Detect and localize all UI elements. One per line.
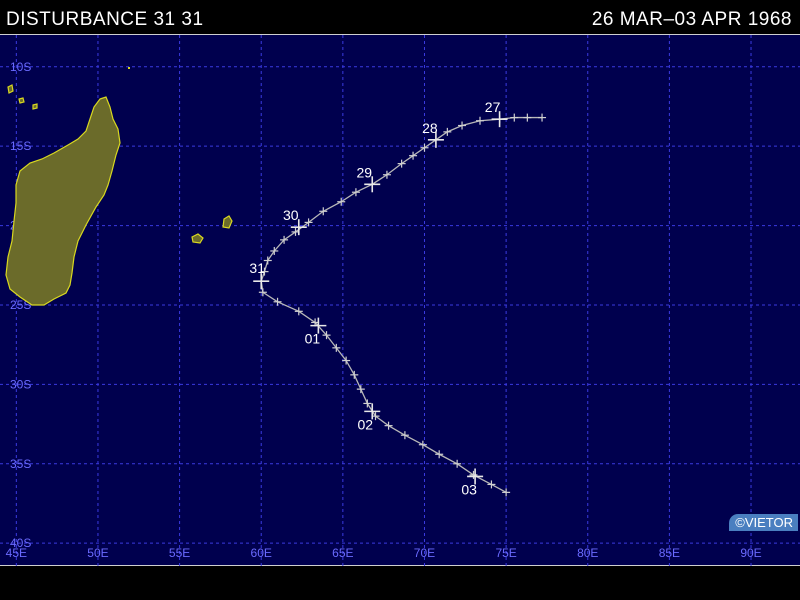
track-fix-marker: [350, 370, 359, 379]
comoros-island: [18, 97, 25, 104]
land-layer: [5, 67, 233, 306]
map-canvas: 45E50E55E60E65E70E75E80E85E90E10S15S20S2…: [0, 35, 800, 567]
mauritius-island: [222, 215, 233, 229]
track-fix-marker: [409, 151, 418, 160]
day-label: 31: [249, 260, 265, 276]
comoros-island: [7, 84, 14, 94]
lat-tick-label: 15S: [10, 139, 31, 153]
lon-tick-label: 50E: [87, 546, 108, 560]
track-fix-marker: [453, 459, 462, 468]
lat-tick-label: 40S: [10, 536, 31, 550]
madagascar-landmass: [5, 96, 121, 306]
footer-bar: [0, 566, 800, 600]
track-fix-marker: [458, 121, 467, 130]
track-fix-marker: [443, 127, 452, 136]
track-fix-marker: [337, 197, 346, 206]
label-layer: 27 28 29 30 31 01 02 03: [249, 99, 508, 497]
day-label: 30: [283, 207, 299, 223]
comoros-island: [32, 103, 38, 110]
track-fix-marker: [294, 307, 303, 316]
track-fix-marker: [476, 116, 484, 125]
track-fix-marker: [435, 450, 444, 459]
track-fix-marker: [356, 385, 365, 394]
track-fix-marker: [258, 288, 267, 297]
storm-title: DISTURBANCE 31 31: [6, 9, 204, 30]
day-label: 27: [485, 99, 501, 115]
track-fix-marker: [420, 143, 429, 152]
islet: [128, 67, 130, 69]
day-label: 01: [305, 331, 321, 347]
lon-tick-label: 55E: [169, 546, 190, 560]
reunion-island: [191, 233, 204, 244]
track-fix-marker: [523, 113, 532, 122]
header-bar: DISTURBANCE 31 31 26 MAR–03 APR 1968: [0, 0, 800, 34]
track-fix-marker: [487, 480, 496, 489]
track-fix-marker: [502, 488, 511, 497]
grid-layer: 45E50E55E60E65E70E75E80E85E90E10S15S20S2…: [0, 35, 800, 567]
lat-tick-label: 10S: [10, 60, 31, 74]
day-label: 29: [356, 164, 372, 180]
track-fix-marker: [469, 470, 478, 479]
day-label: 02: [357, 416, 373, 432]
lat-tick-label: 30S: [10, 377, 31, 391]
lon-tick-label: 65E: [332, 546, 353, 560]
track-map: 45E50E55E60E65E70E75E80E85E90E10S15S20S2…: [0, 34, 800, 567]
date-range: 26 MAR–03 APR 1968: [591, 9, 792, 30]
track-fix-marker: [400, 431, 409, 440]
lon-tick-label: 80E: [577, 546, 598, 560]
track-fix-marker: [418, 440, 427, 449]
lon-tick-label: 70E: [414, 546, 435, 560]
lon-tick-label: 90E: [740, 546, 761, 560]
lat-tick-label: 35S: [10, 457, 31, 471]
credit-badge: ©VIETOR: [729, 514, 798, 531]
track-fix-marker: [363, 399, 372, 408]
day-label: 03: [461, 481, 477, 497]
track-fix-marker: [273, 297, 282, 306]
track-fix-marker: [510, 113, 519, 122]
track-fix-marker: [538, 113, 547, 122]
day-label: 28: [422, 120, 438, 136]
lon-tick-label: 60E: [251, 546, 272, 560]
lon-tick-label: 85E: [659, 546, 680, 560]
lon-tick-label: 75E: [495, 546, 516, 560]
track-fix-marker: [351, 188, 360, 197]
